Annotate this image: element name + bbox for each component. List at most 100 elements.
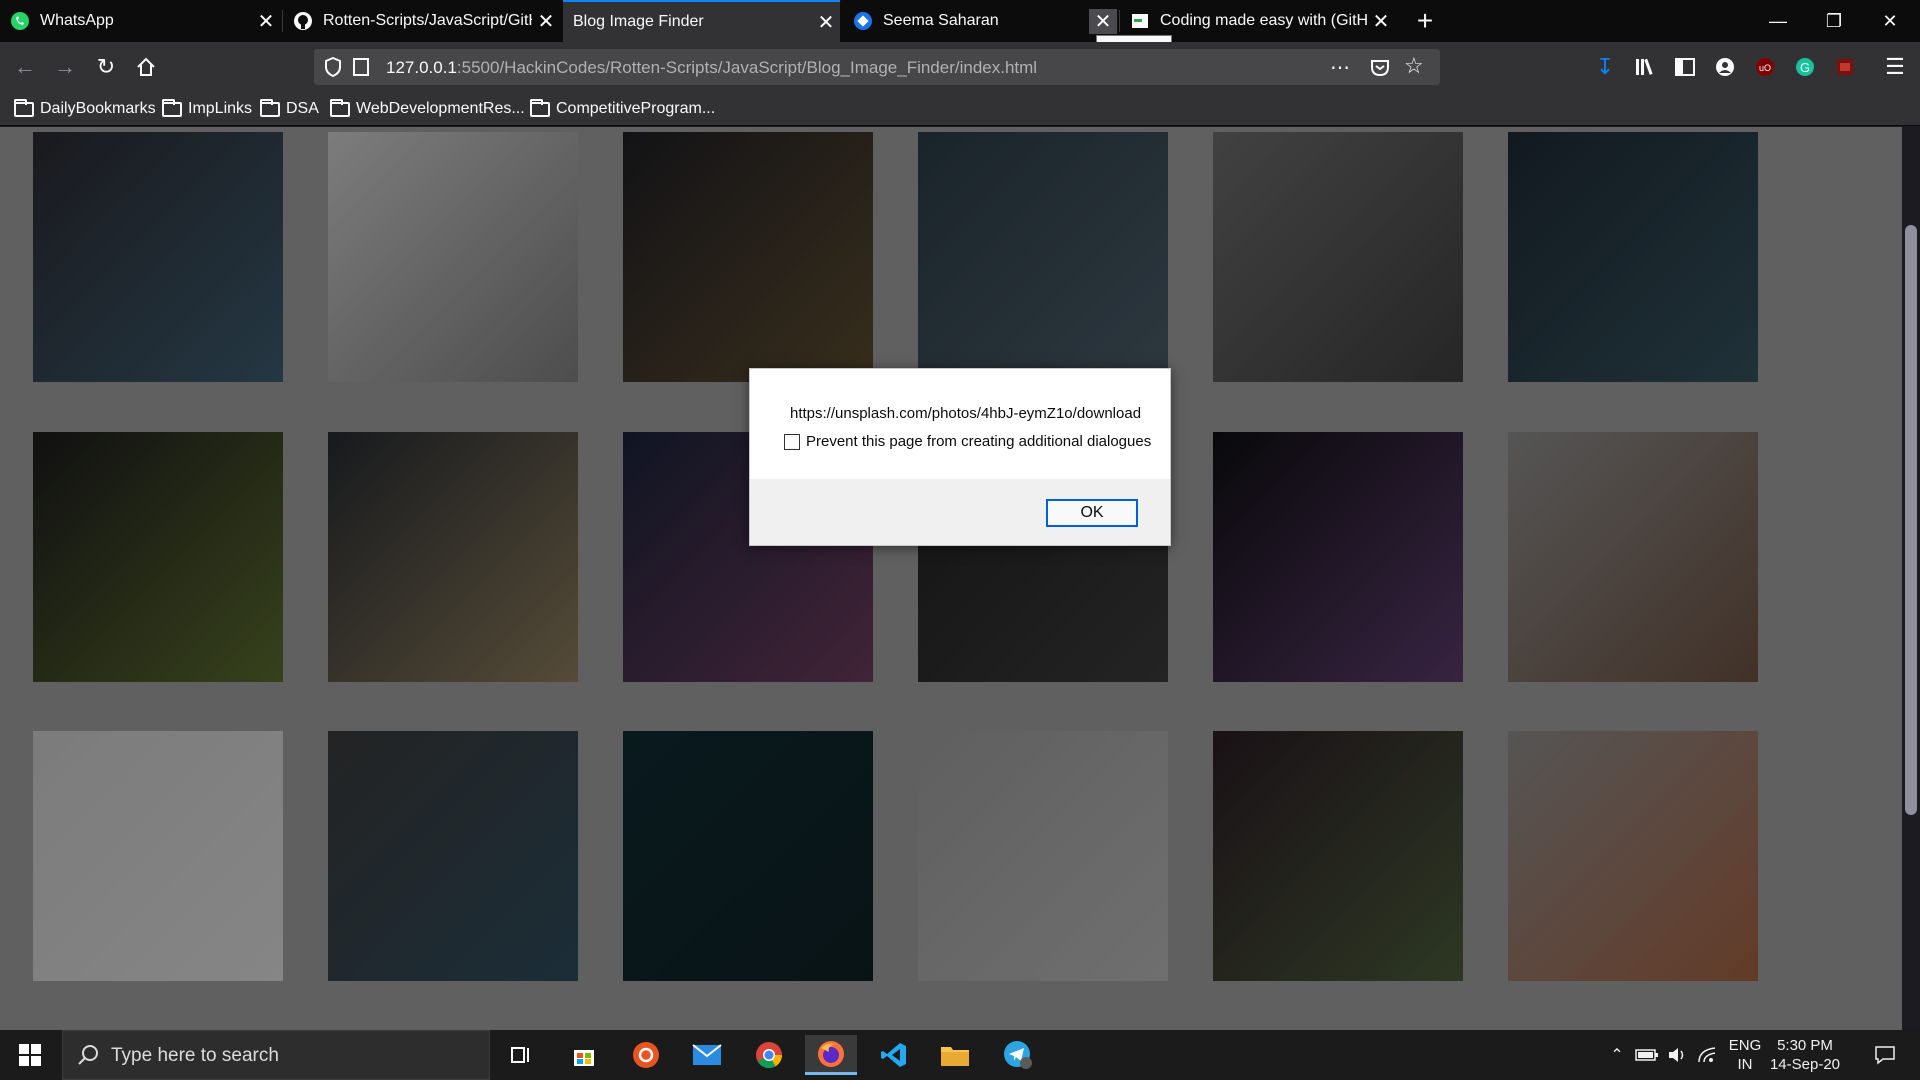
- reload-button[interactable]: ↻: [89, 50, 123, 84]
- sidebar-icon[interactable]: [1672, 54, 1698, 80]
- folder-icon: [530, 98, 550, 117]
- scrollbar[interactable]: [1902, 127, 1920, 1030]
- extension-icon[interactable]: [1832, 54, 1858, 80]
- dialog-body: https://unsplash.com/photos/4hbJ-eymZ1o/…: [750, 369, 1170, 479]
- bookmark-folder[interactable]: WebDevelopmentRes...: [330, 98, 525, 119]
- close-icon: ✕: [1882, 10, 1898, 31]
- shield-icon[interactable]: [324, 56, 342, 82]
- search-placeholder: Type here to search: [111, 1045, 279, 1066]
- ublock-icon[interactable]: uO: [1752, 54, 1778, 80]
- url-text[interactable]: 127.0.0.1:5500/HackinCodes/Rotten-Script…: [386, 58, 1037, 78]
- forward-button[interactable]: →: [48, 50, 82, 84]
- task-view-icon: [511, 1047, 529, 1063]
- url-path: :5500/HackinCodes/Rotten-Scripts/JavaScr…: [456, 58, 1038, 77]
- clock-date: 14-Sep-20: [1769, 1056, 1841, 1073]
- close-window-button[interactable]: ✕: [1862, 0, 1918, 42]
- start-button[interactable]: [0, 1030, 60, 1080]
- notification-icon: [1875, 1046, 1895, 1065]
- close-icon[interactable]: ✕: [812, 10, 840, 35]
- taskbar: Type here to search ⌃ ENG IN 5:30 PM 14-…: [0, 1030, 1920, 1080]
- taskbar-search[interactable]: Type here to search: [62, 1030, 490, 1080]
- close-icon[interactable]: ✕: [1367, 9, 1395, 34]
- home-icon: [137, 57, 155, 76]
- windows-icon: [19, 1044, 41, 1066]
- tab-title: Blog Image Finder: [573, 13, 704, 30]
- pocket-icon[interactable]: [1370, 57, 1390, 82]
- close-icon[interactable]: ✕: [1089, 8, 1117, 34]
- battery-status[interactable]: [1632, 1030, 1662, 1080]
- mail-app[interactable]: [681, 1035, 733, 1075]
- tab-title: Coding made easy with (GitHu: [1160, 12, 1367, 29]
- store-icon: [574, 1050, 594, 1066]
- prevent-dialogs-checkbox[interactable]: [784, 434, 800, 450]
- chevron-up-icon: ⌃: [1610, 1047, 1624, 1064]
- prevent-dialogs-label[interactable]: Prevent this page from creating addition…: [806, 433, 1151, 450]
- ubuntu-app[interactable]: [620, 1035, 672, 1075]
- tab-title: WhatsApp: [40, 12, 114, 29]
- page-content: [0, 127, 1920, 1030]
- tab-rotten-scripts[interactable]: Rotten-Scripts/JavaScript/GitHu ✕: [283, 0, 560, 42]
- blue-diamond-icon: [853, 11, 873, 31]
- chrome-app[interactable]: [743, 1035, 795, 1075]
- folder-icon: [260, 98, 280, 117]
- bookmark-label: DSA: [286, 100, 319, 117]
- clock[interactable]: 5:30 PM 14-Sep-20: [1760, 1036, 1850, 1074]
- downloads-icon[interactable]: ↧: [1592, 54, 1618, 80]
- plus-icon: +: [1416, 5, 1434, 36]
- file-explorer-app[interactable]: [929, 1035, 981, 1075]
- store-app[interactable]: [558, 1035, 610, 1075]
- firefox-icon: [818, 1040, 844, 1067]
- page-actions-icon[interactable]: ⋯: [1330, 55, 1350, 80]
- folder-icon: [14, 98, 34, 117]
- bookmark-folder[interactable]: DailyBookmarks: [14, 98, 156, 119]
- folder-icon: [941, 1047, 969, 1066]
- wifi-icon: [1698, 1047, 1716, 1063]
- bookmark-star-icon[interactable]: ☆: [1404, 53, 1424, 79]
- menu-icon[interactable]: ☰: [1882, 54, 1908, 80]
- bookmark-label: DailyBookmarks: [40, 100, 156, 117]
- volume-icon: [1669, 1048, 1684, 1062]
- url-host: 127.0.0.1: [386, 58, 457, 77]
- tab-seema-saharan[interactable]: Seema Saharan ✕: [843, 0, 1117, 42]
- svg-text:uO: uO: [1759, 63, 1771, 73]
- volume-control[interactable]: [1662, 1030, 1692, 1080]
- search-icon: [77, 1044, 99, 1071]
- close-icon[interactable]: ✕: [252, 9, 280, 34]
- telegram-app[interactable]: [992, 1035, 1044, 1075]
- minimize-button[interactable]: —: [1750, 0, 1806, 42]
- battery-icon: [1635, 1049, 1658, 1061]
- bookmark-label: ImpLinks: [188, 100, 253, 117]
- scrollbar-thumb[interactable]: [1905, 225, 1917, 815]
- tab-blog-image-finder[interactable]: Blog Image Finder ✕: [563, 0, 840, 42]
- grammarly-icon[interactable]: G: [1792, 54, 1818, 80]
- back-arrow-icon: ←: [14, 54, 36, 79]
- input-language[interactable]: ENG IN: [1725, 1036, 1765, 1074]
- back-button[interactable]: ←: [8, 50, 42, 84]
- account-icon[interactable]: [1712, 54, 1738, 80]
- close-icon[interactable]: ✕: [532, 9, 560, 34]
- task-view-button[interactable]: [494, 1035, 546, 1075]
- restore-button[interactable]: ❐: [1806, 0, 1862, 42]
- action-center-button[interactable]: [1860, 1030, 1910, 1080]
- github-icon: [293, 11, 313, 31]
- tab-whatsapp[interactable]: WhatsApp ✕: [0, 0, 280, 42]
- bookmark-folder[interactable]: DSA: [260, 98, 319, 119]
- page-info-icon[interactable]: [352, 57, 370, 82]
- firefox-app[interactable]: [805, 1035, 857, 1075]
- reload-icon: ↻: [96, 54, 116, 79]
- bookmark-folder[interactable]: ImpLinks: [162, 98, 253, 119]
- bookmark-folder[interactable]: CompetitiveProgram...: [530, 98, 716, 119]
- show-hidden-icons[interactable]: ⌃: [1604, 1030, 1630, 1080]
- network-status[interactable]: [1692, 1030, 1722, 1080]
- forward-arrow-icon: →: [54, 54, 76, 79]
- dialog-message: https://unsplash.com/photos/4hbJ-eymZ1o/…: [790, 405, 1142, 422]
- tab-strip: WhatsApp ✕ Rotten-Scripts/JavaScript/Git…: [0, 0, 1920, 42]
- ok-button[interactable]: OK: [1046, 499, 1138, 527]
- vscode-app[interactable]: [868, 1035, 920, 1075]
- bookmarks-bar: DailyBookmarks ImpLinks DSA WebDevelopme…: [0, 92, 1920, 126]
- url-bar[interactable]: 127.0.0.1:5500/HackinCodes/Rotten-Script…: [314, 49, 1440, 85]
- bookmark-label: CompetitiveProgram...: [556, 100, 716, 117]
- new-tab-button[interactable]: +: [1400, 0, 1450, 42]
- library-icon[interactable]: [1632, 54, 1658, 80]
- home-button[interactable]: [129, 50, 163, 84]
